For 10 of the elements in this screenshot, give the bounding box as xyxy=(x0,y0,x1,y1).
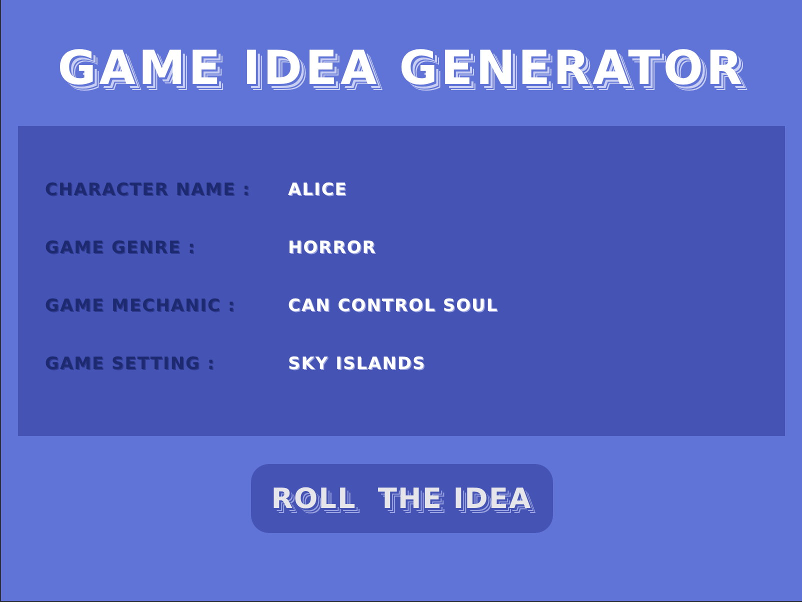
field-label: GAME GENRE : xyxy=(45,237,197,260)
field-label: CHARACTER NAME : xyxy=(45,179,252,202)
field-value: CAN CONTROL SOUL xyxy=(288,295,498,318)
field-value: HORROR xyxy=(288,237,376,260)
field-label: GAME SETTING : xyxy=(45,353,216,376)
field-value: SKY ISLANDS xyxy=(288,353,426,376)
field-label: GAME MECHANIC : xyxy=(45,295,237,318)
field-value: ALICE xyxy=(288,179,348,202)
app-title: GAME IDEA GENERATOR xyxy=(56,40,746,92)
roll-idea-button[interactable]: ROLL THE IDEA xyxy=(250,464,552,533)
